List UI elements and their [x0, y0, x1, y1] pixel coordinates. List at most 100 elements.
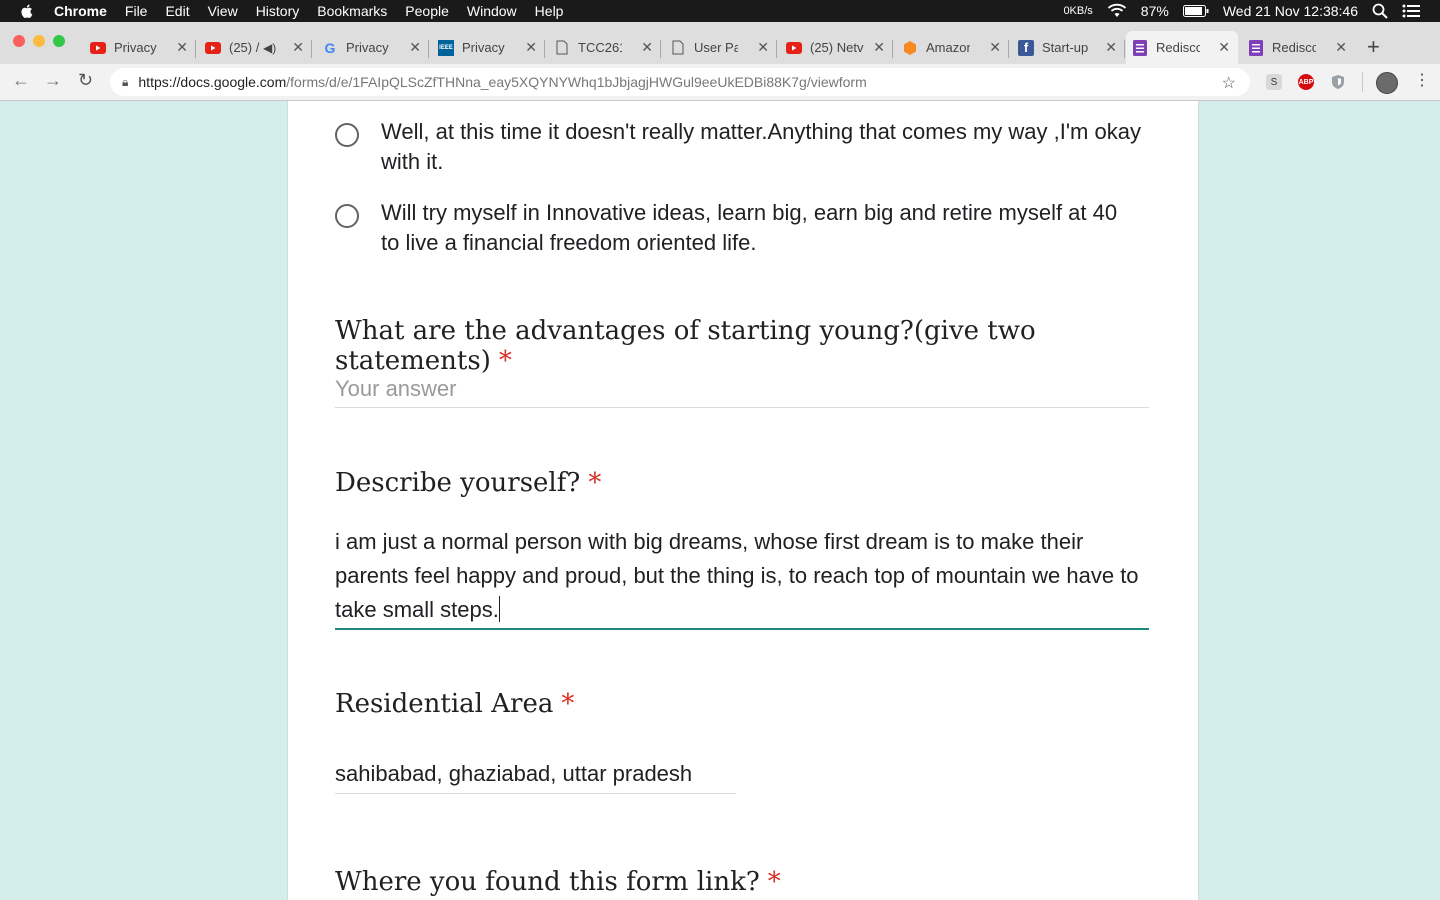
question-found-link-title: Where you found this form link? * — [335, 867, 781, 897]
menu-view[interactable]: View — [208, 3, 238, 19]
radio-option-okay[interactable]: Well, at this time it doesn't really mat… — [335, 117, 1141, 177]
menu-bookmarks[interactable]: Bookmarks — [317, 3, 387, 19]
menu-file[interactable]: File — [125, 3, 148, 19]
radio-option-label: Will try myself in Innovative ideas, lea… — [381, 200, 1118, 255]
speaker-icon[interactable]: ◀) — [263, 41, 276, 55]
youtube-icon — [90, 40, 106, 56]
forward-arrow-icon[interactable]: → — [44, 70, 62, 91]
document-icon — [554, 40, 570, 56]
tab-close-icon[interactable]: ✕ — [757, 39, 769, 56]
shield-extension-icon[interactable] — [1330, 74, 1346, 90]
tab-amazon[interactable]: Amazon ✕ — [896, 31, 1009, 64]
forms-icon — [1248, 39, 1264, 56]
menu-edit[interactable]: Edit — [165, 3, 189, 19]
required-asterisk: * — [561, 689, 575, 719]
tab-youtube-network[interactable]: (25) Netv ✕ — [780, 31, 893, 64]
tab-tcc2617[interactable]: TCC2617 ✕ — [548, 31, 661, 64]
tab-rediscover-active[interactable]: Rediscov ✕ — [1126, 31, 1238, 64]
describe-input-underline-focused — [335, 628, 1149, 630]
spotlight-search-icon[interactable] — [1372, 3, 1388, 19]
tab-close-icon[interactable]: ✕ — [525, 39, 537, 56]
question-describe-title: Describe yourself? * — [335, 468, 601, 498]
lock-icon[interactable]: 🔒︎ — [122, 75, 128, 90]
required-asterisk: * — [498, 346, 512, 376]
tab-privacy-youtube[interactable]: Privacy P ✕ — [84, 31, 196, 64]
residential-input-underline — [335, 793, 736, 794]
question-text: Residential Area — [335, 689, 554, 719]
tab-title: (25) / — [229, 40, 260, 55]
form-card: Well, at this time it doesn't really mat… — [287, 101, 1199, 900]
tab-close-icon[interactable]: ✕ — [1218, 39, 1230, 56]
radio-option-innovative[interactable]: Will try myself in Innovative ideas, lea… — [335, 198, 1141, 258]
question-advantages-title: What are the advantages of starting youn… — [335, 316, 1198, 376]
toolbar-divider — [1362, 72, 1363, 92]
browser-toolbar: ← → ↻ 🔒︎ https://docs.google.com/forms/d… — [0, 64, 1440, 101]
menu-bar: Chrome File Edit View History Bookmarks … — [0, 0, 1440, 22]
menu-history[interactable]: History — [256, 3, 300, 19]
url-path: /forms/d/e/1FAIpQLScZfTHNna_eay5XQYNYWhq… — [286, 74, 867, 90]
facebook-icon: f — [1018, 39, 1034, 56]
google-icon: G — [324, 39, 336, 56]
radio-button[interactable] — [335, 204, 359, 228]
adblock-plus-icon[interactable]: ABP — [1298, 74, 1314, 90]
document-icon — [670, 40, 686, 56]
address-bar[interactable]: 🔒︎ https://docs.google.com/forms/d/e/1FA… — [110, 68, 1250, 96]
tab-rediscover[interactable]: Rediscov ✕ — [1242, 31, 1355, 64]
tab-close-icon[interactable]: ✕ — [641, 39, 653, 56]
url-host: https://docs.google.com — [138, 74, 287, 90]
describe-answer-textarea[interactable]: i am just a normal person with big dream… — [335, 525, 1149, 627]
menu-window[interactable]: Window — [467, 3, 517, 19]
tab-user-panel[interactable]: User Pan ✕ — [664, 31, 777, 64]
tab-title: Amazon — [926, 40, 970, 55]
window-zoom-button[interactable] — [53, 35, 65, 47]
back-arrow-icon[interactable]: ← — [12, 70, 30, 91]
tab-youtube-25-audio[interactable]: (25) / ◀) ✕ — [199, 31, 312, 64]
tab-privacy-ieee[interactable]: IEEE Privacy P ✕ — [432, 31, 545, 64]
tab-title: Start-up — [1042, 40, 1089, 55]
wifi-icon[interactable] — [1107, 3, 1127, 19]
tab-close-icon[interactable]: ✕ — [292, 39, 304, 56]
window-close-button[interactable] — [13, 35, 25, 47]
tab-privacy-google[interactable]: G Privacy P ✕ — [316, 31, 429, 64]
text-caret — [498, 596, 500, 622]
notification-center-icon[interactable] — [1402, 4, 1420, 18]
more-menu-icon[interactable]: ⋮ — [1414, 70, 1430, 90]
tab-title: User Pan — [694, 40, 738, 55]
new-tab-button[interactable]: + — [1367, 34, 1380, 60]
menu-help[interactable]: Help — [535, 3, 564, 19]
tab-close-icon[interactable]: ✕ — [873, 39, 885, 56]
question-residential-title: Residential Area * — [335, 689, 574, 719]
aws-icon — [902, 40, 918, 56]
battery-percent: 87% — [1140, 3, 1169, 19]
question-text: Where you found this form link? — [335, 867, 760, 897]
profile-avatar[interactable] — [1376, 72, 1398, 94]
reload-icon[interactable]: ↻ — [78, 70, 93, 91]
extension-s-icon[interactable]: S — [1266, 74, 1282, 90]
tab-close-icon[interactable]: ✕ — [1105, 39, 1117, 56]
menu-people[interactable]: People — [405, 3, 449, 19]
network-speed: 0KB/s — [1063, 5, 1093, 17]
tab-title: Privacy P — [114, 40, 158, 55]
tab-strip: Privacy P ✕ (25) / ◀) ✕ G Privacy P ✕ IE… — [0, 22, 1440, 64]
apple-icon[interactable] — [18, 2, 36, 20]
required-asterisk: * — [588, 468, 602, 498]
residential-answer-input[interactable]: sahibabad, ghaziabad, uttar pradesh — [335, 761, 692, 787]
tab-close-icon[interactable]: ✕ — [176, 39, 188, 56]
advantages-answer-input[interactable]: Your answer — [335, 376, 456, 402]
tab-start-up[interactable]: f Start-up ✕ — [1012, 31, 1125, 64]
tab-close-icon[interactable]: ✕ — [409, 39, 421, 56]
radio-button[interactable] — [335, 123, 359, 147]
youtube-icon — [205, 40, 221, 56]
tab-close-icon[interactable]: ✕ — [1335, 39, 1347, 56]
bookmark-star-icon[interactable]: ☆ — [1222, 73, 1236, 93]
window-minimize-button[interactable] — [33, 35, 45, 47]
tab-title: Rediscov — [1272, 40, 1316, 55]
tab-close-icon[interactable]: ✕ — [989, 39, 1001, 56]
clock[interactable]: Wed 21 Nov 12:38:46 — [1223, 3, 1358, 19]
menu-app-name[interactable]: Chrome — [54, 3, 107, 19]
tab-title: Privacy P — [346, 40, 390, 55]
battery-icon[interactable] — [1182, 5, 1209, 17]
forms-icon — [1132, 39, 1148, 56]
tab-title: Rediscov — [1156, 40, 1200, 55]
question-text: Describe yourself? — [335, 468, 581, 498]
